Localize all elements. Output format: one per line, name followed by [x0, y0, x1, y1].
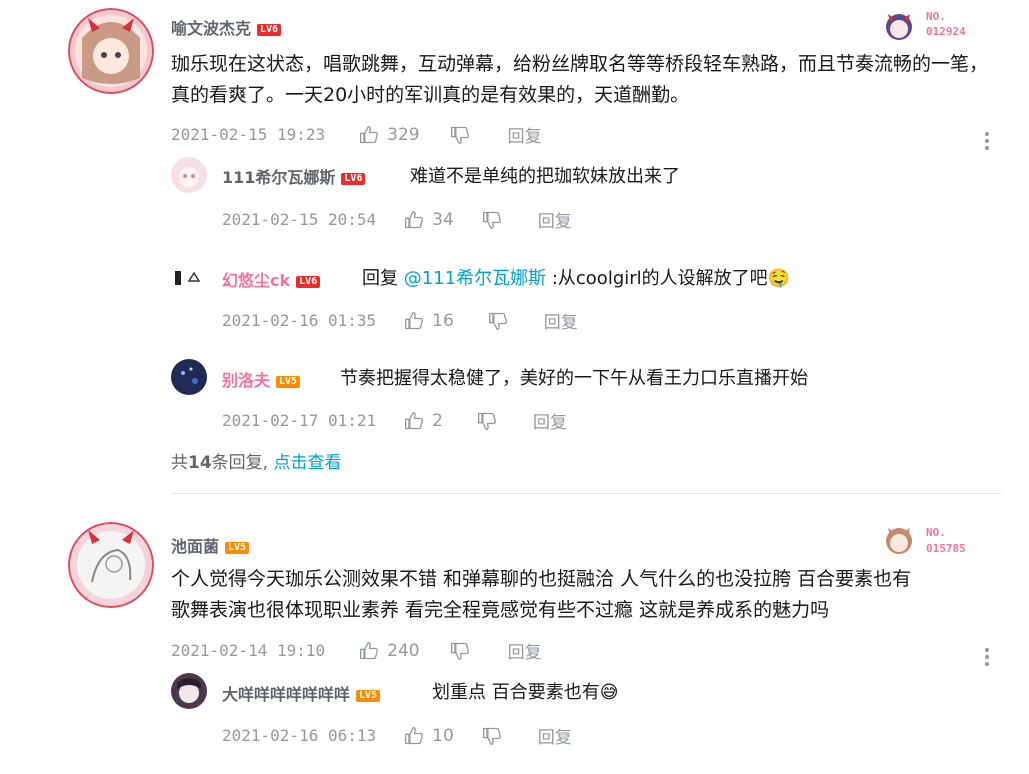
timestamp: 2021-02-14 19:10	[171, 641, 326, 660]
timestamp: 2021-02-16 01:35	[222, 311, 377, 330]
reply-avatar[interactable]	[171, 157, 207, 193]
dislike-icon[interactable]	[488, 311, 508, 331]
timestamp: 2021-02-17 01:21	[222, 411, 377, 430]
reply-username[interactable]: 111希尔瓦娜斯 LV6	[222, 164, 366, 188]
reply-button[interactable]: 回复	[538, 207, 572, 232]
reply-button[interactable]: 回复	[508, 638, 542, 663]
badge-number: 012924	[926, 25, 966, 38]
comment-line: 歌舞表演也很体现职业素养 看完全程竟感觉有些不过瘾 这就是养成系的魅力吗	[171, 599, 830, 621]
reply-meta: 2021-02-16 06:13 10 回复	[222, 723, 572, 749]
user-avatar[interactable]	[68, 522, 154, 608]
more-replies-suffix: 条回复,	[211, 453, 269, 473]
comment-content: 个人觉得今天珈乐公测效果不错 和弹幕聊的也挺融洽 人气什么的也没拉胯 百合要素也…	[171, 564, 1001, 626]
reply-text: 划重点 百合要素也有	[432, 682, 600, 703]
timestamp: 2021-02-15 19:23	[171, 125, 326, 144]
level-badge: LV5	[276, 375, 301, 388]
reply-username[interactable]: 别洛夫 LV5	[222, 367, 301, 391]
reply-avatar[interactable]	[171, 673, 207, 709]
reply-username-text[interactable]: 大咩咩咩咩咩咩咩	[222, 685, 350, 704]
like-icon[interactable]	[404, 411, 424, 431]
dislike-icon[interactable]	[477, 411, 497, 431]
drooling-emoji-icon: 🤤	[767, 268, 791, 289]
like-count: 34	[432, 209, 454, 230]
dislike-icon[interactable]	[450, 641, 470, 661]
dislike-icon[interactable]	[482, 210, 502, 230]
like-count: 10	[432, 725, 454, 746]
comment-content: 珈乐现在这状态，唱歌跳舞，互动弹幕，给粉丝牌取名等等桥段轻车熟路，而且节奏流畅的…	[171, 53, 989, 106]
reply-button[interactable]: 回复	[533, 408, 567, 433]
level-badge: LV5	[356, 689, 381, 702]
reply-meta: 2021-02-15 20:54 34 回复	[222, 207, 572, 233]
level-badge: LV6	[341, 172, 366, 185]
like-count: 240	[387, 640, 420, 661]
reply-content: 节奏把握得太稳健了，美好的一下午从看王力口乐直播开始	[340, 368, 808, 389]
username-text[interactable]: 喻文波杰克	[171, 19, 251, 38]
badge-no-label: NO.	[926, 526, 946, 539]
more-icon[interactable]	[985, 645, 991, 669]
comment-divider	[172, 493, 1002, 494]
reply-button[interactable]: 回复	[538, 723, 572, 748]
more-replies-prefix: 共	[171, 453, 188, 473]
badge-avatar-icon	[886, 14, 912, 40]
timestamp: 2021-02-15 20:54	[222, 210, 377, 229]
username[interactable]: 喻文波杰克 LV6	[171, 15, 282, 39]
comment-meta: 2021-02-14 19:10 240 回复	[171, 638, 542, 664]
like-count: 16	[432, 310, 454, 331]
reply-username-text[interactable]: 别洛夫	[222, 371, 270, 390]
reply-username-text[interactable]: 111希尔瓦娜斯	[222, 168, 335, 187]
username[interactable]: 池面菌 LV5	[171, 533, 250, 557]
reply-content: 难道不是单纯的把珈软妹放出来了	[410, 166, 680, 187]
reply-username[interactable]: 大咩咩咩咩咩咩咩 LV5	[222, 681, 381, 705]
view-all-replies-link[interactable]: 点击查看	[273, 453, 341, 473]
badge-avatar-icon	[886, 528, 912, 554]
comment-meta: 2021-02-15 19:23 329 回复	[171, 122, 542, 148]
reply-meta: 2021-02-16 01:35 16 回复	[222, 308, 578, 334]
reply-username-text[interactable]: 幻悠尘ck	[222, 271, 290, 290]
badge-number: 015785	[926, 542, 966, 555]
reply-username[interactable]: 幻悠尘ck LV6	[222, 267, 321, 291]
reply-button[interactable]: 回复	[544, 308, 578, 333]
more-icon[interactable]	[985, 129, 991, 153]
user-avatar[interactable]	[68, 8, 154, 94]
sweat-smile-emoji-icon: 😅	[599, 682, 619, 703]
timestamp: 2021-02-16 06:13	[222, 726, 377, 745]
reply-meta: 2021-02-17 01:21 2 回复	[222, 408, 567, 434]
reply-content: 划重点 百合要素也有😅	[432, 678, 619, 704]
like-count: 2	[432, 410, 443, 431]
reply-content: 回复 @111希尔瓦娜斯 :从coolgirl的人设解放了吧🤤	[362, 264, 790, 290]
like-count: 329	[387, 124, 420, 145]
reply-avatar[interactable]	[171, 359, 207, 395]
reply-avatar[interactable]	[171, 259, 207, 295]
more-replies: 共14条回复, 点击查看	[171, 448, 341, 473]
like-icon[interactable]	[359, 641, 379, 661]
reply-text: :从coolgirl的人设解放了吧	[551, 268, 768, 289]
reply-button[interactable]: 回复	[508, 122, 542, 147]
dislike-icon[interactable]	[482, 726, 502, 746]
username-text[interactable]: 池面菌	[171, 537, 219, 556]
badge-no-label: NO.	[926, 10, 946, 23]
fan-number-badge: NO. 015785	[880, 520, 1000, 560]
reply-count: 14	[188, 453, 212, 473]
like-icon[interactable]	[404, 726, 424, 746]
fan-number-badge: NO. 012924	[880, 6, 1000, 46]
comment-line: 个人觉得今天珈乐公测效果不错 和弹幕聊的也挺融洽 人气什么的也没拉胯 百合要素也…	[171, 568, 912, 590]
reply-prefix: 回复	[362, 268, 398, 289]
like-icon[interactable]	[404, 311, 424, 331]
like-icon[interactable]	[404, 210, 424, 230]
mention-link[interactable]: @111希尔瓦娜斯	[404, 268, 546, 289]
like-icon[interactable]	[359, 125, 379, 145]
dislike-icon[interactable]	[450, 125, 470, 145]
level-badge: LV6	[257, 23, 282, 36]
level-badge: LV5	[225, 541, 250, 554]
level-badge: LV6	[296, 275, 321, 288]
